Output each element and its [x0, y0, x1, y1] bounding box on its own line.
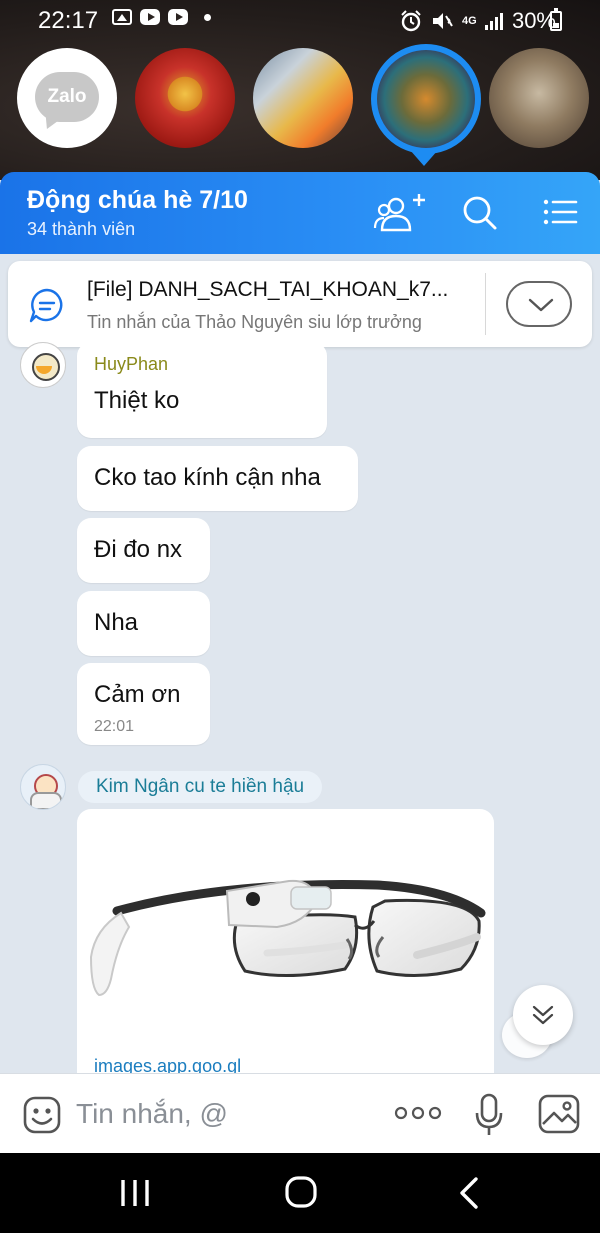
message-bubble[interactable]: Đi đo nx	[77, 518, 210, 583]
home-button[interactable]	[276, 1175, 326, 1211]
message-input[interactable]	[76, 1093, 376, 1135]
avatar-huyphan[interactable]	[20, 342, 66, 388]
link-preview-card[interactable]: images.app.goo.gl	[77, 809, 494, 1079]
message-sender-kim-ngan: Kim Ngân cu te hiền hậu	[78, 771, 323, 803]
chat-bubble-icon	[29, 288, 63, 323]
battery-icon	[550, 8, 562, 31]
composer-bar	[0, 1073, 600, 1153]
more-dots-icon[interactable]	[394, 1104, 442, 1122]
image-icon[interactable]	[538, 1094, 580, 1134]
smart-glasses-image	[89, 879, 486, 997]
search-icon	[463, 196, 497, 230]
message-sender: HuyPhan	[94, 354, 169, 374]
active-chat-pointer	[410, 150, 438, 166]
message-text: Thiệt ko	[94, 387, 180, 414]
add-member-button[interactable]	[372, 192, 425, 236]
message-text: Cảm ơn	[94, 681, 181, 708]
chat-head-2[interactable]	[253, 48, 353, 148]
alarm-icon	[401, 10, 421, 32]
gallery-notification-icon	[112, 9, 132, 25]
mute-icon	[432, 13, 453, 29]
recent-apps-button[interactable]	[110, 1175, 160, 1211]
more-notifications-icon	[204, 13, 211, 21]
pinned-divider	[485, 273, 486, 335]
pinned-expand-button[interactable]	[506, 281, 572, 327]
member-count[interactable]: 34 thành viên	[27, 219, 135, 240]
double-chevron-down-icon	[532, 1005, 554, 1025]
chat-heads-strip: 22:17 4G 30% Zalo	[0, 0, 600, 180]
status-bar: 22:17 4G 30%	[0, 0, 600, 40]
status-right: 4G 30%	[400, 8, 556, 34]
chat-header: Động chúa hè 7/10 34 thành viên	[0, 172, 600, 254]
zalo-chat-head[interactable]: Zalo	[17, 48, 117, 148]
message-bubble[interactable]: Cko tao kính cận nha	[77, 446, 358, 511]
scroll-to-bottom-button[interactable]	[513, 985, 573, 1045]
pinned-message[interactable]: [File] DANH_SACH_TAI_KHOAN_k7... Tin nhắ…	[8, 261, 592, 347]
notification-icons	[112, 9, 211, 25]
youtube-notification-icon	[140, 9, 160, 25]
menu-button[interactable]	[540, 192, 590, 236]
recent-apps-icon	[121, 1180, 149, 1206]
add-member-icon	[373, 194, 425, 232]
message-bubble[interactable]: HuyPhan Thiệt ko	[77, 342, 327, 438]
pinned-title: [File] DANH_SACH_TAI_KHOAN_k7...	[87, 278, 449, 301]
message-bubble[interactable]: Nha	[77, 591, 210, 656]
message-text: Nha	[94, 609, 139, 636]
microphone-icon[interactable]	[474, 1093, 504, 1137]
status-time: 22:17	[38, 7, 99, 34]
zalo-logo-text: Zalo	[47, 86, 87, 107]
chevron-down-icon	[528, 298, 554, 312]
chat-head-3-active[interactable]	[371, 44, 481, 154]
back-button[interactable]	[446, 1175, 496, 1211]
emoji-icon[interactable]	[22, 1095, 62, 1135]
search-button[interactable]	[460, 192, 510, 236]
message-bubble[interactable]: Cảm ơn 22:01	[77, 663, 210, 745]
avatar-kim-ngan[interactable]	[20, 764, 66, 810]
chat-head-1[interactable]	[135, 48, 235, 148]
message-text: Cko tao kính cận nha	[94, 464, 321, 491]
message-time: 22:01	[94, 718, 135, 735]
system-nav-bar	[0, 1153, 600, 1233]
back-icon	[460, 1177, 478, 1209]
network-type: 4G	[461, 15, 477, 27]
pinned-subtitle: Tin nhắn của Thảo Nguyên siu lớp trưởng	[87, 312, 422, 332]
menu-icon	[543, 199, 578, 225]
signal-icon	[484, 13, 503, 30]
chat-head-4[interactable]	[489, 48, 589, 148]
message-text: Đi đo nx	[94, 536, 183, 563]
home-icon	[285, 1176, 317, 1208]
group-title[interactable]: Động chúa hè 7/10	[27, 186, 248, 215]
youtube-notification-icon-2	[168, 9, 188, 25]
